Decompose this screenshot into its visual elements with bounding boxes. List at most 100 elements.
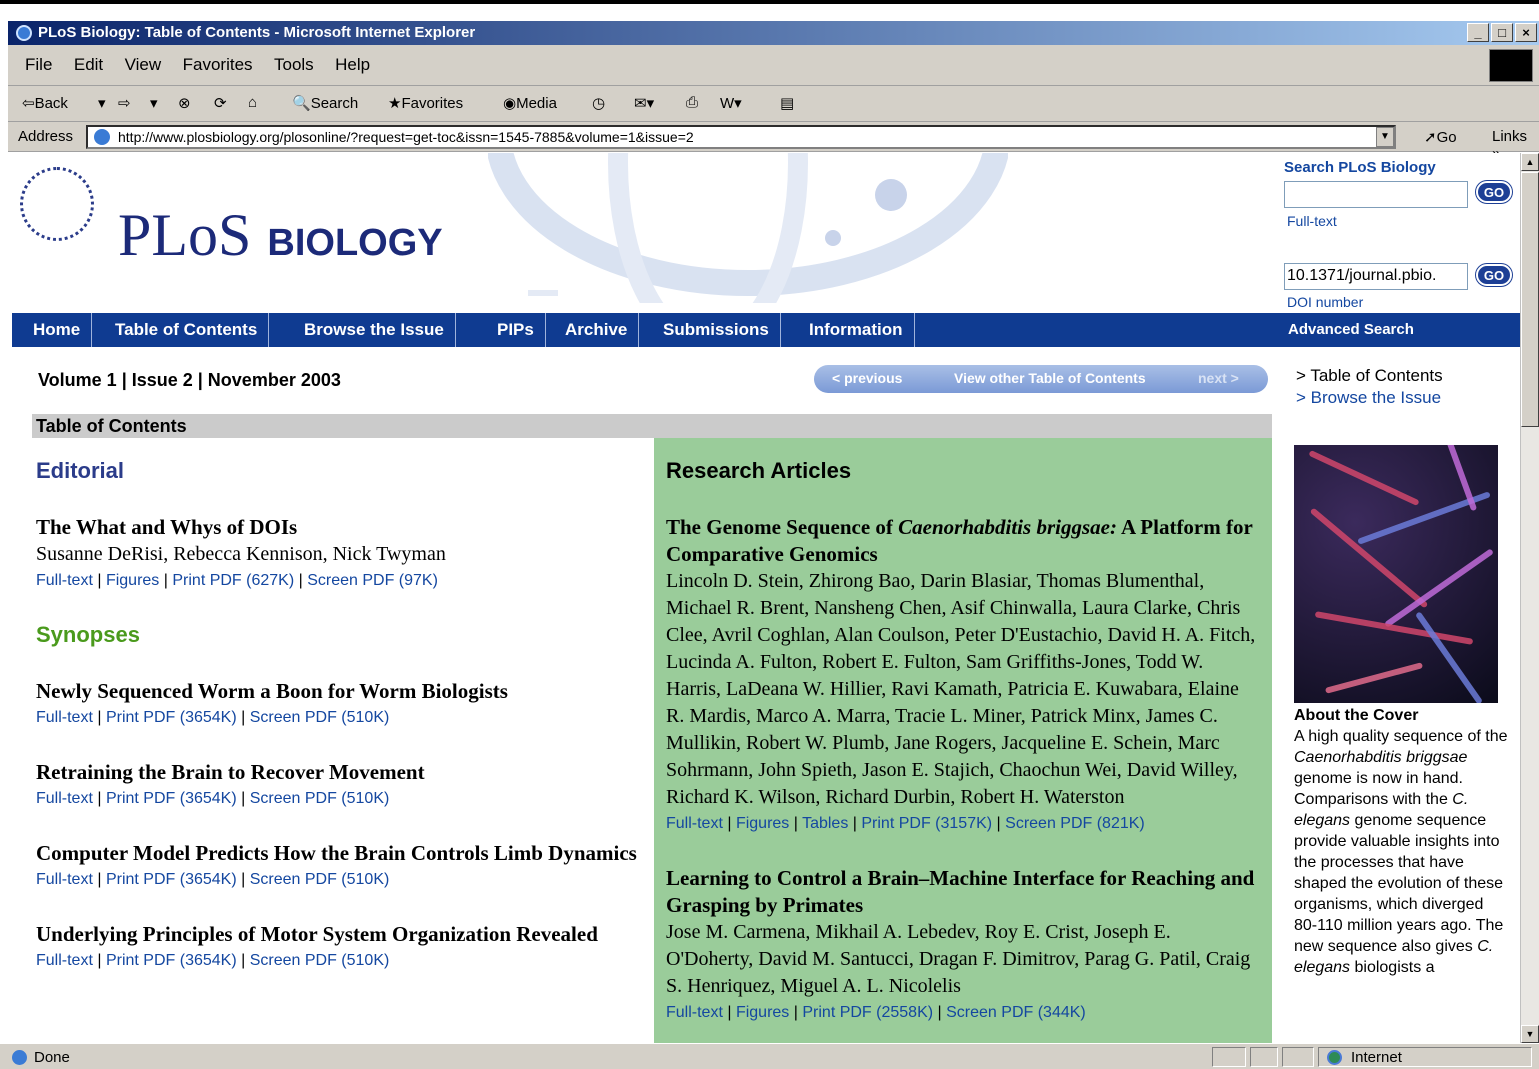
screen-pdf-link[interactable]: Screen PDF (510K): [250, 952, 390, 969]
article-title[interactable]: Newly Sequenced Worm a Boon for Worm Bio…: [36, 678, 652, 705]
plos-logo-globe-icon[interactable]: [20, 167, 94, 241]
view-other-toc-link[interactable]: View other Table of Contents: [954, 370, 1146, 386]
synopsis-item: Retraining the Brain to Recover Movement…: [36, 759, 652, 812]
forward-dropdown-icon[interactable]: ▾: [150, 94, 158, 112]
close-button[interactable]: ×: [1515, 23, 1537, 42]
print-pdf-link[interactable]: Print PDF (3654K): [106, 709, 237, 726]
nav-pips[interactable]: PIPs: [486, 313, 546, 347]
screen-pdf-link[interactable]: Screen PDF (510K): [250, 709, 390, 726]
status-cell: [1212, 1047, 1246, 1067]
address-input[interactable]: http://www.plosbiology.org/plosonline/?r…: [86, 125, 1396, 149]
address-bar: Address http://www.plosbiology.org/ploso…: [8, 122, 1539, 162]
screen-pdf-link[interactable]: Screen PDF (821K): [1005, 815, 1145, 832]
cover-caption: About the Cover A high quality sequence …: [1294, 705, 1510, 978]
status-bar: Done Internet: [0, 1043, 1539, 1069]
minimize-button[interactable]: _: [1467, 23, 1489, 42]
cover-text-part: genome is now in hand. Comparisons with …: [1294, 770, 1463, 808]
fulltext-link[interactable]: Full-text: [36, 952, 93, 969]
scroll-thumb[interactable]: [1521, 172, 1539, 427]
fulltext-link[interactable]: Full-text: [36, 572, 93, 589]
side-links: > Table of Contents > Browse the Issue: [1296, 365, 1443, 409]
print-pdf-link[interactable]: Print PDF (3654K): [106, 790, 237, 807]
article-title[interactable]: Computer Model Predicts How the Brain Co…: [36, 840, 652, 867]
back-button[interactable]: ⇦Back: [22, 94, 68, 112]
volume-issue-line: Volume 1 | Issue 2 | November 2003: [38, 370, 341, 390]
screen-pdf-link[interactable]: Screen PDF (97K): [307, 572, 438, 589]
favorites-toolbar-button[interactable]: ★Favorites: [388, 94, 463, 112]
menu-view[interactable]: View: [125, 55, 162, 75]
nav-submissions[interactable]: Submissions: [652, 313, 781, 347]
nav-browse-issue[interactable]: Browse the Issue: [293, 313, 456, 347]
print-pdf-link[interactable]: Print PDF (2558K): [802, 1004, 933, 1021]
search-toolbar-button[interactable]: 🔍Search: [292, 94, 358, 112]
print-pdf-link[interactable]: Print PDF (3654K): [106, 871, 237, 888]
figures-link[interactable]: Figures: [106, 572, 159, 589]
article-links: Full-text | Print PDF (3654K) | Screen P…: [36, 790, 390, 807]
refresh-icon[interactable]: ⟳: [214, 94, 227, 112]
nav-information[interactable]: Information: [798, 313, 915, 347]
doi-input[interactable]: 10.1371/journal.pbio.: [1284, 263, 1468, 290]
menu-file[interactable]: File: [25, 55, 52, 75]
article-title[interactable]: Underlying Principles of Motor System Or…: [36, 921, 652, 948]
stop-icon[interactable]: ⊗: [178, 94, 191, 112]
side-link-browse[interactable]: > Browse the Issue: [1296, 387, 1443, 409]
screen-pdf-link[interactable]: Screen PDF (344K): [946, 1004, 1086, 1021]
scroll-up-icon[interactable]: ▲: [1521, 153, 1539, 171]
fulltext-link[interactable]: Full-text: [666, 815, 723, 832]
print-pdf-link[interactable]: Print PDF (3654K): [106, 952, 237, 969]
vertical-scrollbar[interactable]: ▲ ▼: [1520, 153, 1539, 1043]
favorites-toolbar-label: Favorites: [401, 95, 464, 112]
fulltext-link[interactable]: Full-text: [666, 1004, 723, 1021]
next-link[interactable]: next >: [1198, 370, 1239, 386]
maximize-button[interactable]: □: [1491, 23, 1513, 42]
article-title[interactable]: The What and Whys of DOIs: [36, 514, 652, 541]
page-icon: [94, 129, 110, 145]
article-title[interactable]: The Genome Sequence of Caenorhabditis br…: [666, 514, 1260, 568]
address-dropdown-icon[interactable]: ▼: [1376, 127, 1394, 147]
fulltext-label[interactable]: Full-text: [1287, 213, 1337, 229]
screen-pdf-link[interactable]: Screen PDF (510K): [250, 871, 390, 888]
menu-favorites[interactable]: Favorites: [183, 55, 253, 75]
edit-icon[interactable]: W▾: [720, 94, 742, 112]
window-title: PLoS Biology: Table of Contents - Micros…: [38, 24, 476, 41]
home-icon[interactable]: ⌂: [248, 94, 257, 111]
fulltext-link[interactable]: Full-text: [36, 871, 93, 888]
doi-go-button[interactable]: GO: [1476, 264, 1512, 286]
side-link-toc[interactable]: > Table of Contents: [1296, 365, 1443, 387]
article-title[interactable]: Learning to Control a Brain–Machine Inte…: [666, 865, 1260, 919]
history-icon[interactable]: ◷: [592, 94, 605, 112]
print-pdf-link[interactable]: Print PDF (627K): [172, 572, 294, 589]
scroll-down-icon[interactable]: ▼: [1521, 1025, 1539, 1043]
fulltext-link[interactable]: Full-text: [36, 790, 93, 807]
advanced-search-link[interactable]: Advanced Search: [1288, 313, 1414, 347]
plos-biology-logo[interactable]: PLoS BIOLOGY: [118, 201, 443, 270]
figures-link[interactable]: Figures: [736, 815, 789, 832]
print-pdf-link[interactable]: Print PDF (3157K): [861, 815, 992, 832]
menu-edit[interactable]: Edit: [74, 55, 103, 75]
media-toolbar-button[interactable]: ◉Media: [503, 94, 557, 112]
research-column: Research Articles The Genome Sequence of…: [654, 438, 1272, 1043]
forward-button[interactable]: ⇨: [118, 94, 131, 112]
nav-home[interactable]: Home: [22, 313, 93, 347]
title-species: Caenorhabditis briggsae:: [898, 515, 1117, 539]
mail-icon[interactable]: ✉▾: [634, 94, 654, 112]
cover-image[interactable]: [1294, 445, 1498, 703]
previous-link[interactable]: < previous: [832, 370, 902, 386]
search-input[interactable]: [1284, 181, 1468, 208]
back-dropdown-icon[interactable]: ▾: [98, 94, 106, 112]
figures-link[interactable]: Figures: [736, 1004, 789, 1021]
tables-link[interactable]: Tables: [802, 815, 848, 832]
menu-tools[interactable]: Tools: [274, 55, 314, 75]
search-go-button[interactable]: GO: [1476, 181, 1512, 203]
print-icon[interactable]: ⎙: [686, 94, 698, 111]
go-button[interactable]: ➚Go: [1424, 128, 1457, 146]
nav-table-of-contents[interactable]: Table of Contents: [104, 313, 270, 347]
nav-archive[interactable]: Archive: [554, 313, 640, 347]
screen-pdf-link[interactable]: Screen PDF (510K): [250, 790, 390, 807]
fulltext-link[interactable]: Full-text: [36, 709, 93, 726]
address-label: Address: [18, 128, 74, 145]
menu-bar: File Edit View Favorites Tools Help: [8, 45, 1539, 86]
article-title[interactable]: Retraining the Brain to Recover Movement: [36, 759, 652, 786]
discuss-icon[interactable]: ▤: [780, 94, 794, 112]
menu-help[interactable]: Help: [335, 55, 370, 75]
